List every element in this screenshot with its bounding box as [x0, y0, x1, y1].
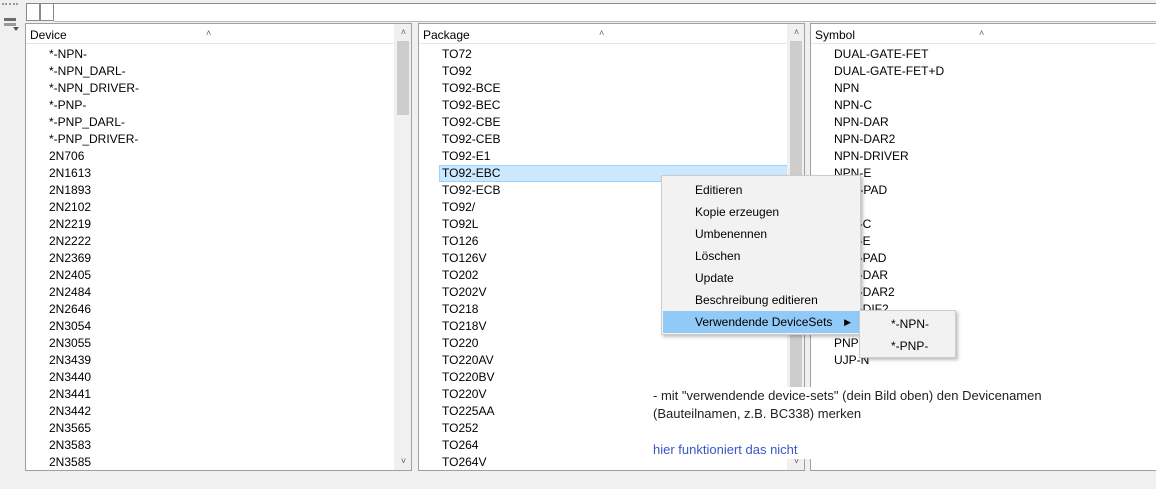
symbol-list-item[interactable]: DUAL-GATE-FET [811, 46, 1156, 63]
symbol-list-item[interactable]: NPN-E [811, 165, 1156, 182]
symbol-header[interactable]: Symbol ˄ [811, 24, 1156, 44]
symbol-list-item[interactable]: PNP-DAR2 [811, 284, 1156, 301]
submenu-arrow-icon: ▶ [844, 317, 851, 327]
context-menu-item[interactable]: Beschreibung editieren [663, 289, 859, 311]
context-menu: Editieren Kopie erzeugen Umbenennen Löschen… [661, 175, 861, 335]
symbol-list-item[interactable]: PNP-DAR [811, 267, 1156, 284]
package-list-item[interactable]: TO92-CBE [419, 114, 804, 131]
scroll-up-icon[interactable]: ˄ [395, 24, 411, 41]
device-scrollbar[interactable]: ˄ ˅ [394, 24, 411, 470]
symbol-list-item[interactable]: NPN-DAR [811, 114, 1156, 131]
device-list-item[interactable]: 2N3054 [26, 318, 411, 335]
device-list-item[interactable]: 2N3440 [26, 369, 411, 386]
package-header[interactable]: Package ˄ [419, 24, 804, 44]
symbol-header-label: Symbol [815, 28, 856, 42]
status-bar [0, 471, 1156, 489]
package-list-item[interactable]: TO92-CEB [419, 131, 804, 148]
device-list-item[interactable]: 2N2102 [26, 199, 411, 216]
device-list-item[interactable]: 2N706 [26, 148, 411, 165]
package-list-item[interactable]: TO220BV [419, 369, 804, 386]
context-menu-item[interactable]: Update [663, 267, 859, 289]
device-list-item[interactable]: 2N3442 [26, 403, 411, 420]
context-menu-item-label: Editieren [695, 183, 743, 197]
caret-up-icon: ˄ [599, 28, 605, 38]
package-list-item[interactable]: TO72 [419, 46, 804, 63]
device-list-item[interactable]: *-PNP_DARL- [26, 114, 411, 131]
symbol-list-item[interactable]: PNP [811, 199, 1156, 216]
toolbar-box-1[interactable] [26, 3, 40, 21]
caret-up-icon: ˄ [206, 28, 212, 38]
device-list-item[interactable]: 2N2222 [26, 233, 411, 250]
context-menu-item-label: Verwendende DeviceSets [695, 315, 833, 329]
symbol-list-item[interactable]: NPN-PAD [811, 182, 1156, 199]
symbol-list-item[interactable]: PNP-C [811, 216, 1156, 233]
package-list-item[interactable]: TO92-E1 [419, 148, 804, 165]
note-line-2: (Bauteilnamen, z.B. BC338) merken [653, 406, 862, 421]
device-list-item[interactable]: 2N3565 [26, 420, 411, 437]
context-menu-item-label: Umbenennen [695, 227, 768, 241]
device-list-item[interactable]: 2N3583 [26, 437, 411, 454]
toolbar [0, 0, 1156, 22]
symbol-list-item[interactable]: NPN-DRIVER [811, 148, 1156, 165]
context-menu-item[interactable]: Editieren [663, 179, 859, 201]
package-list-item[interactable]: TO92-BEC [419, 97, 804, 114]
caret-up-icon: ˄ [979, 28, 985, 38]
symbol-list-item[interactable]: NPN [811, 80, 1156, 97]
device-list-item[interactable]: 2N2484 [26, 284, 411, 301]
note-line-1: - mit "verwendende device-sets" (dein Bi… [653, 388, 1042, 403]
package-list-item[interactable]: TO220AV [419, 352, 804, 369]
submenu-item[interactable]: *-PNP- [861, 335, 954, 357]
context-menu-item[interactable]: Kopie erzeugen [663, 201, 859, 223]
device-list[interactable]: *-NPN- *-NPN_DARL- *-NPN_DRIVER- *-PNP- *-PN… [26, 46, 411, 470]
toolbar-box-2[interactable] [40, 3, 54, 21]
device-list-item[interactable]: 2N2405 [26, 267, 411, 284]
symbol-list-item[interactable]: PNP-E [811, 233, 1156, 250]
package-list-item[interactable]: TO220 [419, 335, 804, 352]
context-menu-item-label: Löschen [695, 249, 741, 263]
devicesets-submenu: *-NPN- *-PNP- [859, 310, 956, 358]
device-panel: Device ˄ *-NPN- *-NPN_DARL- *-NPN_DRIVER- *… [25, 23, 412, 471]
toolbar-field[interactable] [54, 3, 1156, 22]
device-list-item[interactable]: *-PNP_DRIVER- [26, 131, 411, 148]
context-menu-item[interactable]: Verwendende DeviceSets ▶ [663, 311, 859, 333]
device-list-item[interactable]: *-NPN- [26, 46, 411, 63]
toolbar-grip[interactable] [2, 3, 18, 7]
symbol-list-item[interactable]: DUAL-GATE-FET+D [811, 63, 1156, 80]
device-list-item[interactable]: 2N3055 [26, 335, 411, 352]
symbol-list-item[interactable]: NPN-C [811, 97, 1156, 114]
context-menu-item-label: Update [695, 271, 734, 285]
device-list-item[interactable]: 2N1613 [26, 165, 411, 182]
device-list-item[interactable]: 2N3441 [26, 386, 411, 403]
context-menu-item[interactable]: Löschen [663, 245, 859, 267]
device-list-item[interactable]: *-NPN_DRIVER- [26, 80, 411, 97]
submenu-item[interactable]: *-NPN- [861, 313, 954, 335]
note-link[interactable]: hier funktioniert das nicht [653, 441, 1113, 459]
device-header-label: Device [30, 28, 67, 42]
device-list-item[interactable]: 2N2646 [26, 301, 411, 318]
device-list-item[interactable]: 2N2369 [26, 250, 411, 267]
device-list-item[interactable]: 2N2219 [26, 216, 411, 233]
device-list-item[interactable]: *-NPN_DARL- [26, 63, 411, 80]
symbol-list-item[interactable]: PNP-PAD [811, 250, 1156, 267]
tool-icon[interactable] [3, 16, 21, 32]
device-list-item[interactable]: 2N3585 [26, 454, 411, 470]
device-list-item[interactable]: *-PNP- [26, 97, 411, 114]
scroll-down-icon[interactable]: ˅ [395, 453, 411, 470]
device-list-item[interactable]: 2N1893 [26, 182, 411, 199]
context-menu-item-label: Kopie erzeugen [695, 205, 780, 219]
device-header[interactable]: Device ˄ [26, 24, 411, 44]
symbol-list-item[interactable]: NPN-DAR2 [811, 131, 1156, 148]
scroll-thumb[interactable] [397, 41, 409, 115]
context-menu-item[interactable]: Umbenennen [663, 223, 859, 245]
package-list-item[interactable]: TO92-BCE [419, 80, 804, 97]
package-list-item[interactable]: TO92 [419, 63, 804, 80]
scroll-up-icon[interactable]: ˄ [788, 24, 804, 41]
context-menu-item-label: Beschreibung editieren [695, 293, 818, 307]
forum-note: - mit "verwendende device-sets" (dein Bi… [653, 387, 1113, 459]
package-header-label: Package [423, 28, 470, 42]
device-list-item[interactable]: 2N3439 [26, 352, 411, 369]
